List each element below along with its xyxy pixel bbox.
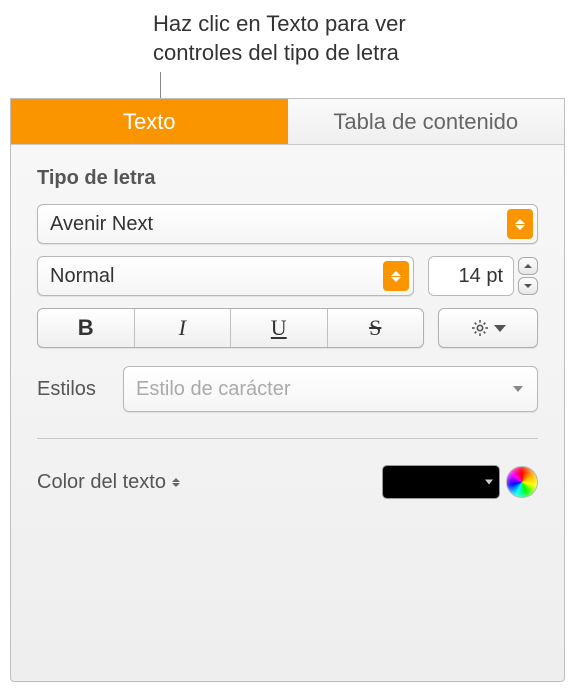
tab-text-label: Texto [123,109,176,135]
tab-bar: Texto Tabla de contenido [11,99,564,145]
underline-button[interactable]: U [231,309,328,347]
font-size-step-down[interactable] [518,277,538,295]
text-color-popup-label[interactable]: Color del texto [37,471,180,494]
italic-button[interactable]: I [135,309,232,347]
updown-arrows-icon [172,478,180,487]
gear-icon [470,318,490,338]
chevron-down-icon [494,325,506,332]
font-size-group: 14 pt [428,256,538,296]
text-color-swatch[interactable] [382,465,500,499]
tab-toc-label: Tabla de contenido [333,109,518,135]
italic-glyph: I [179,315,186,341]
font-family-popup[interactable]: Avenir Next [37,204,538,244]
strike-glyph: S [369,315,381,341]
format-inspector-panel: Texto Tabla de contenido Tipo de letra A… [10,98,565,682]
text-color-label: Color del texto [37,471,166,494]
tab-text[interactable]: Texto [11,99,288,144]
panel-content: Tipo de letra Avenir Next Normal 14 pt [11,145,564,521]
character-style-popup[interactable]: Estilo de carácter [123,366,538,412]
popup-arrows-icon [383,261,409,291]
character-styles-label: Estilos [37,378,107,401]
tab-table-of-contents[interactable]: Tabla de contenido [288,99,565,144]
color-wheel-button[interactable] [506,466,538,498]
font-style-value: Normal [50,265,114,288]
strikethrough-button[interactable]: S [328,309,424,347]
annotation-line-1: Haz clic en Texto para ver [153,11,406,36]
font-family-value: Avenir Next [50,213,153,236]
advanced-options-button[interactable] [438,308,538,348]
character-style-placeholder: Estilo de carácter [136,378,291,401]
text-color-controls [382,465,538,499]
font-size-step-up[interactable] [518,257,538,275]
popup-arrows-icon [507,209,533,239]
font-size-value: 14 pt [459,265,503,288]
underline-glyph: U [271,315,287,341]
font-size-field[interactable]: 14 pt [428,256,514,296]
font-size-stepper [518,257,538,295]
font-style-popup[interactable]: Normal [37,256,414,296]
bold-glyph: B [78,315,94,341]
text-format-segmented: B I U S [37,308,424,348]
callout-annotation: Haz clic en Texto para ver controles del… [153,10,406,67]
chevron-down-icon [513,386,523,392]
section-divider [37,438,538,439]
annotation-line-2: controles del tipo de letra [153,40,399,65]
bold-button[interactable]: B [38,309,135,347]
font-section-label: Tipo de letra [37,167,538,190]
